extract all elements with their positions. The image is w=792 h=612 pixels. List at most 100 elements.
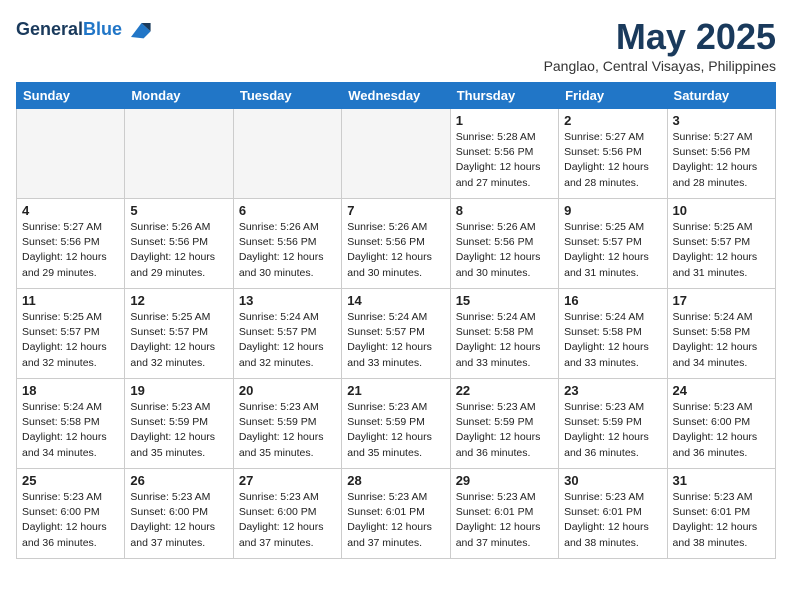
day-number: 30	[564, 473, 661, 488]
calendar-week-row: 11Sunrise: 5:25 AM Sunset: 5:57 PM Dayli…	[17, 289, 776, 379]
calendar-cell: 15 Sunrise: 5:24 AM Sunset: 5:58 PM Dayli…	[450, 289, 558, 379]
cell-info: Sunrise: 5:23 AM Sunset: 6:01 PM Dayligh…	[347, 490, 444, 551]
cell-info: Sunrise: 5:23 AM Sunset: 6:01 PM Dayligh…	[564, 490, 661, 551]
calendar-cell: 10Sunrise: 5:25 AM Sunset: 5:57 PM Dayli…	[667, 199, 775, 289]
day-number: 18	[22, 383, 119, 398]
cell-info: Sunrise: 5:24 AM Sunset: 5:57 PM Dayligh…	[347, 310, 444, 371]
calendar-cell: 16 Sunrise: 5:24 AM Sunset: 5:58 PM Dayli…	[559, 289, 667, 379]
calendar-week-row: 1Sunrise: 5:28 AM Sunset: 5:56 PM Daylig…	[17, 109, 776, 199]
day-number: 12	[130, 293, 227, 308]
cell-info: Sunrise: 5:23 AM Sunset: 6:00 PM Dayligh…	[22, 490, 119, 551]
cell-info: Sunrise: 5:24 AM Sunset: 5:57 PM Dayligh…	[239, 310, 336, 371]
cell-info: Sunrise: 5:26 AM Sunset: 5:56 PM Dayligh…	[239, 220, 336, 281]
calendar-cell: 17 Sunrise: 5:24 AM Sunset: 5:58 PM Dayli…	[667, 289, 775, 379]
calendar-cell: 9 Sunrise: 5:25 AM Sunset: 5:57 PM Daylig…	[559, 199, 667, 289]
calendar-cell: 21 Sunrise: 5:23 AM Sunset: 5:59 PM Dayli…	[342, 379, 450, 469]
calendar-cell: 12 Sunrise: 5:25 AM Sunset: 5:57 PM Dayli…	[125, 289, 233, 379]
calendar-week-row: 4Sunrise: 5:27 AM Sunset: 5:56 PM Daylig…	[17, 199, 776, 289]
cell-info: Sunrise: 5:23 AM Sunset: 6:00 PM Dayligh…	[239, 490, 336, 551]
calendar-cell	[342, 109, 450, 199]
calendar-cell	[233, 109, 341, 199]
cell-info: Sunrise: 5:23 AM Sunset: 5:59 PM Dayligh…	[347, 400, 444, 461]
weekday-header-thursday: Thursday	[450, 83, 558, 109]
title-block: May 2025 Panglao, Central Visayas, Phili…	[544, 16, 776, 74]
calendar-table: SundayMondayTuesdayWednesdayThursdayFrid…	[16, 82, 776, 559]
day-number: 23	[564, 383, 661, 398]
day-number: 3	[673, 113, 770, 128]
day-number: 5	[130, 203, 227, 218]
calendar-cell: 7 Sunrise: 5:26 AM Sunset: 5:56 PM Daylig…	[342, 199, 450, 289]
cell-info: Sunrise: 5:23 AM Sunset: 6:00 PM Dayligh…	[130, 490, 227, 551]
weekday-header-sunday: Sunday	[17, 83, 125, 109]
calendar-week-row: 18 Sunrise: 5:24 AM Sunset: 5:58 PM Dayli…	[17, 379, 776, 469]
day-number: 26	[130, 473, 227, 488]
cell-info: Sunrise: 5:25 AM Sunset: 5:57 PM Dayligh…	[22, 310, 119, 371]
day-number: 20	[239, 383, 336, 398]
calendar-cell: 29 Sunrise: 5:23 AM Sunset: 6:01 PM Dayli…	[450, 469, 558, 559]
calendar-cell: 18 Sunrise: 5:24 AM Sunset: 5:58 PM Dayli…	[17, 379, 125, 469]
calendar-cell: 20 Sunrise: 5:23 AM Sunset: 5:59 PM Dayli…	[233, 379, 341, 469]
cell-info: Sunrise: 5:26 AM Sunset: 5:56 PM Dayligh…	[456, 220, 553, 281]
logo-icon	[124, 16, 152, 44]
day-number: 15	[456, 293, 553, 308]
day-number: 27	[239, 473, 336, 488]
day-number: 19	[130, 383, 227, 398]
cell-info: Sunrise: 5:24 AM Sunset: 5:58 PM Dayligh…	[22, 400, 119, 461]
cell-info: Sunrise: 5:25 AM Sunset: 5:57 PM Dayligh…	[564, 220, 661, 281]
calendar-cell: 27 Sunrise: 5:23 AM Sunset: 6:00 PM Dayli…	[233, 469, 341, 559]
cell-info: Sunrise: 5:26 AM Sunset: 5:56 PM Dayligh…	[130, 220, 227, 281]
calendar-cell: 19Sunrise: 5:23 AM Sunset: 5:59 PM Dayli…	[125, 379, 233, 469]
cell-info: Sunrise: 5:23 AM Sunset: 6:01 PM Dayligh…	[673, 490, 770, 551]
cell-info: Sunrise: 5:24 AM Sunset: 5:58 PM Dayligh…	[456, 310, 553, 371]
calendar-cell	[17, 109, 125, 199]
cell-info: Sunrise: 5:26 AM Sunset: 5:56 PM Dayligh…	[347, 220, 444, 281]
weekday-header-friday: Friday	[559, 83, 667, 109]
calendar-cell: 3Sunrise: 5:27 AM Sunset: 5:56 PM Daylig…	[667, 109, 775, 199]
location-text: Panglao, Central Visayas, Philippines	[544, 58, 776, 74]
day-number: 6	[239, 203, 336, 218]
page-header: GeneralBlue May 2025 Panglao, Central Vi…	[16, 16, 776, 74]
cell-info: Sunrise: 5:24 AM Sunset: 5:58 PM Dayligh…	[673, 310, 770, 371]
day-number: 21	[347, 383, 444, 398]
weekday-header-tuesday: Tuesday	[233, 83, 341, 109]
logo-text: GeneralBlue	[16, 20, 122, 40]
weekday-header-saturday: Saturday	[667, 83, 775, 109]
cell-info: Sunrise: 5:23 AM Sunset: 5:59 PM Dayligh…	[239, 400, 336, 461]
day-number: 9	[564, 203, 661, 218]
calendar-cell: 2 Sunrise: 5:27 AM Sunset: 5:56 PM Daylig…	[559, 109, 667, 199]
day-number: 29	[456, 473, 553, 488]
weekday-header-row: SundayMondayTuesdayWednesdayThursdayFrid…	[17, 83, 776, 109]
day-number: 24	[673, 383, 770, 398]
day-number: 4	[22, 203, 119, 218]
month-title: May 2025	[544, 16, 776, 58]
day-number: 16	[564, 293, 661, 308]
calendar-cell: 13Sunrise: 5:24 AM Sunset: 5:57 PM Dayli…	[233, 289, 341, 379]
calendar-cell	[125, 109, 233, 199]
cell-info: Sunrise: 5:24 AM Sunset: 5:58 PM Dayligh…	[564, 310, 661, 371]
day-number: 22	[456, 383, 553, 398]
day-number: 7	[347, 203, 444, 218]
calendar-cell: 14 Sunrise: 5:24 AM Sunset: 5:57 PM Dayli…	[342, 289, 450, 379]
cell-info: Sunrise: 5:25 AM Sunset: 5:57 PM Dayligh…	[130, 310, 227, 371]
calendar-cell: 22Sunrise: 5:23 AM Sunset: 5:59 PM Dayli…	[450, 379, 558, 469]
day-number: 2	[564, 113, 661, 128]
calendar-cell: 31 Sunrise: 5:23 AM Sunset: 6:01 PM Dayli…	[667, 469, 775, 559]
cell-info: Sunrise: 5:28 AM Sunset: 5:56 PM Dayligh…	[456, 130, 553, 191]
calendar-cell: 11Sunrise: 5:25 AM Sunset: 5:57 PM Dayli…	[17, 289, 125, 379]
calendar-cell: 25 Sunrise: 5:23 AM Sunset: 6:00 PM Dayli…	[17, 469, 125, 559]
cell-info: Sunrise: 5:27 AM Sunset: 5:56 PM Dayligh…	[564, 130, 661, 191]
calendar-week-row: 25 Sunrise: 5:23 AM Sunset: 6:00 PM Dayli…	[17, 469, 776, 559]
cell-info: Sunrise: 5:23 AM Sunset: 6:01 PM Dayligh…	[456, 490, 553, 551]
cell-info: Sunrise: 5:25 AM Sunset: 5:57 PM Dayligh…	[673, 220, 770, 281]
day-number: 31	[673, 473, 770, 488]
cell-info: Sunrise: 5:23 AM Sunset: 6:00 PM Dayligh…	[673, 400, 770, 461]
day-number: 14	[347, 293, 444, 308]
calendar-cell: 28Sunrise: 5:23 AM Sunset: 6:01 PM Dayli…	[342, 469, 450, 559]
day-number: 17	[673, 293, 770, 308]
calendar-cell: 6 Sunrise: 5:26 AM Sunset: 5:56 PM Daylig…	[233, 199, 341, 289]
calendar-cell: 24 Sunrise: 5:23 AM Sunset: 6:00 PM Dayli…	[667, 379, 775, 469]
calendar-cell: 4Sunrise: 5:27 AM Sunset: 5:56 PM Daylig…	[17, 199, 125, 289]
weekday-header-monday: Monday	[125, 83, 233, 109]
day-number: 25	[22, 473, 119, 488]
logo: GeneralBlue	[16, 16, 152, 44]
